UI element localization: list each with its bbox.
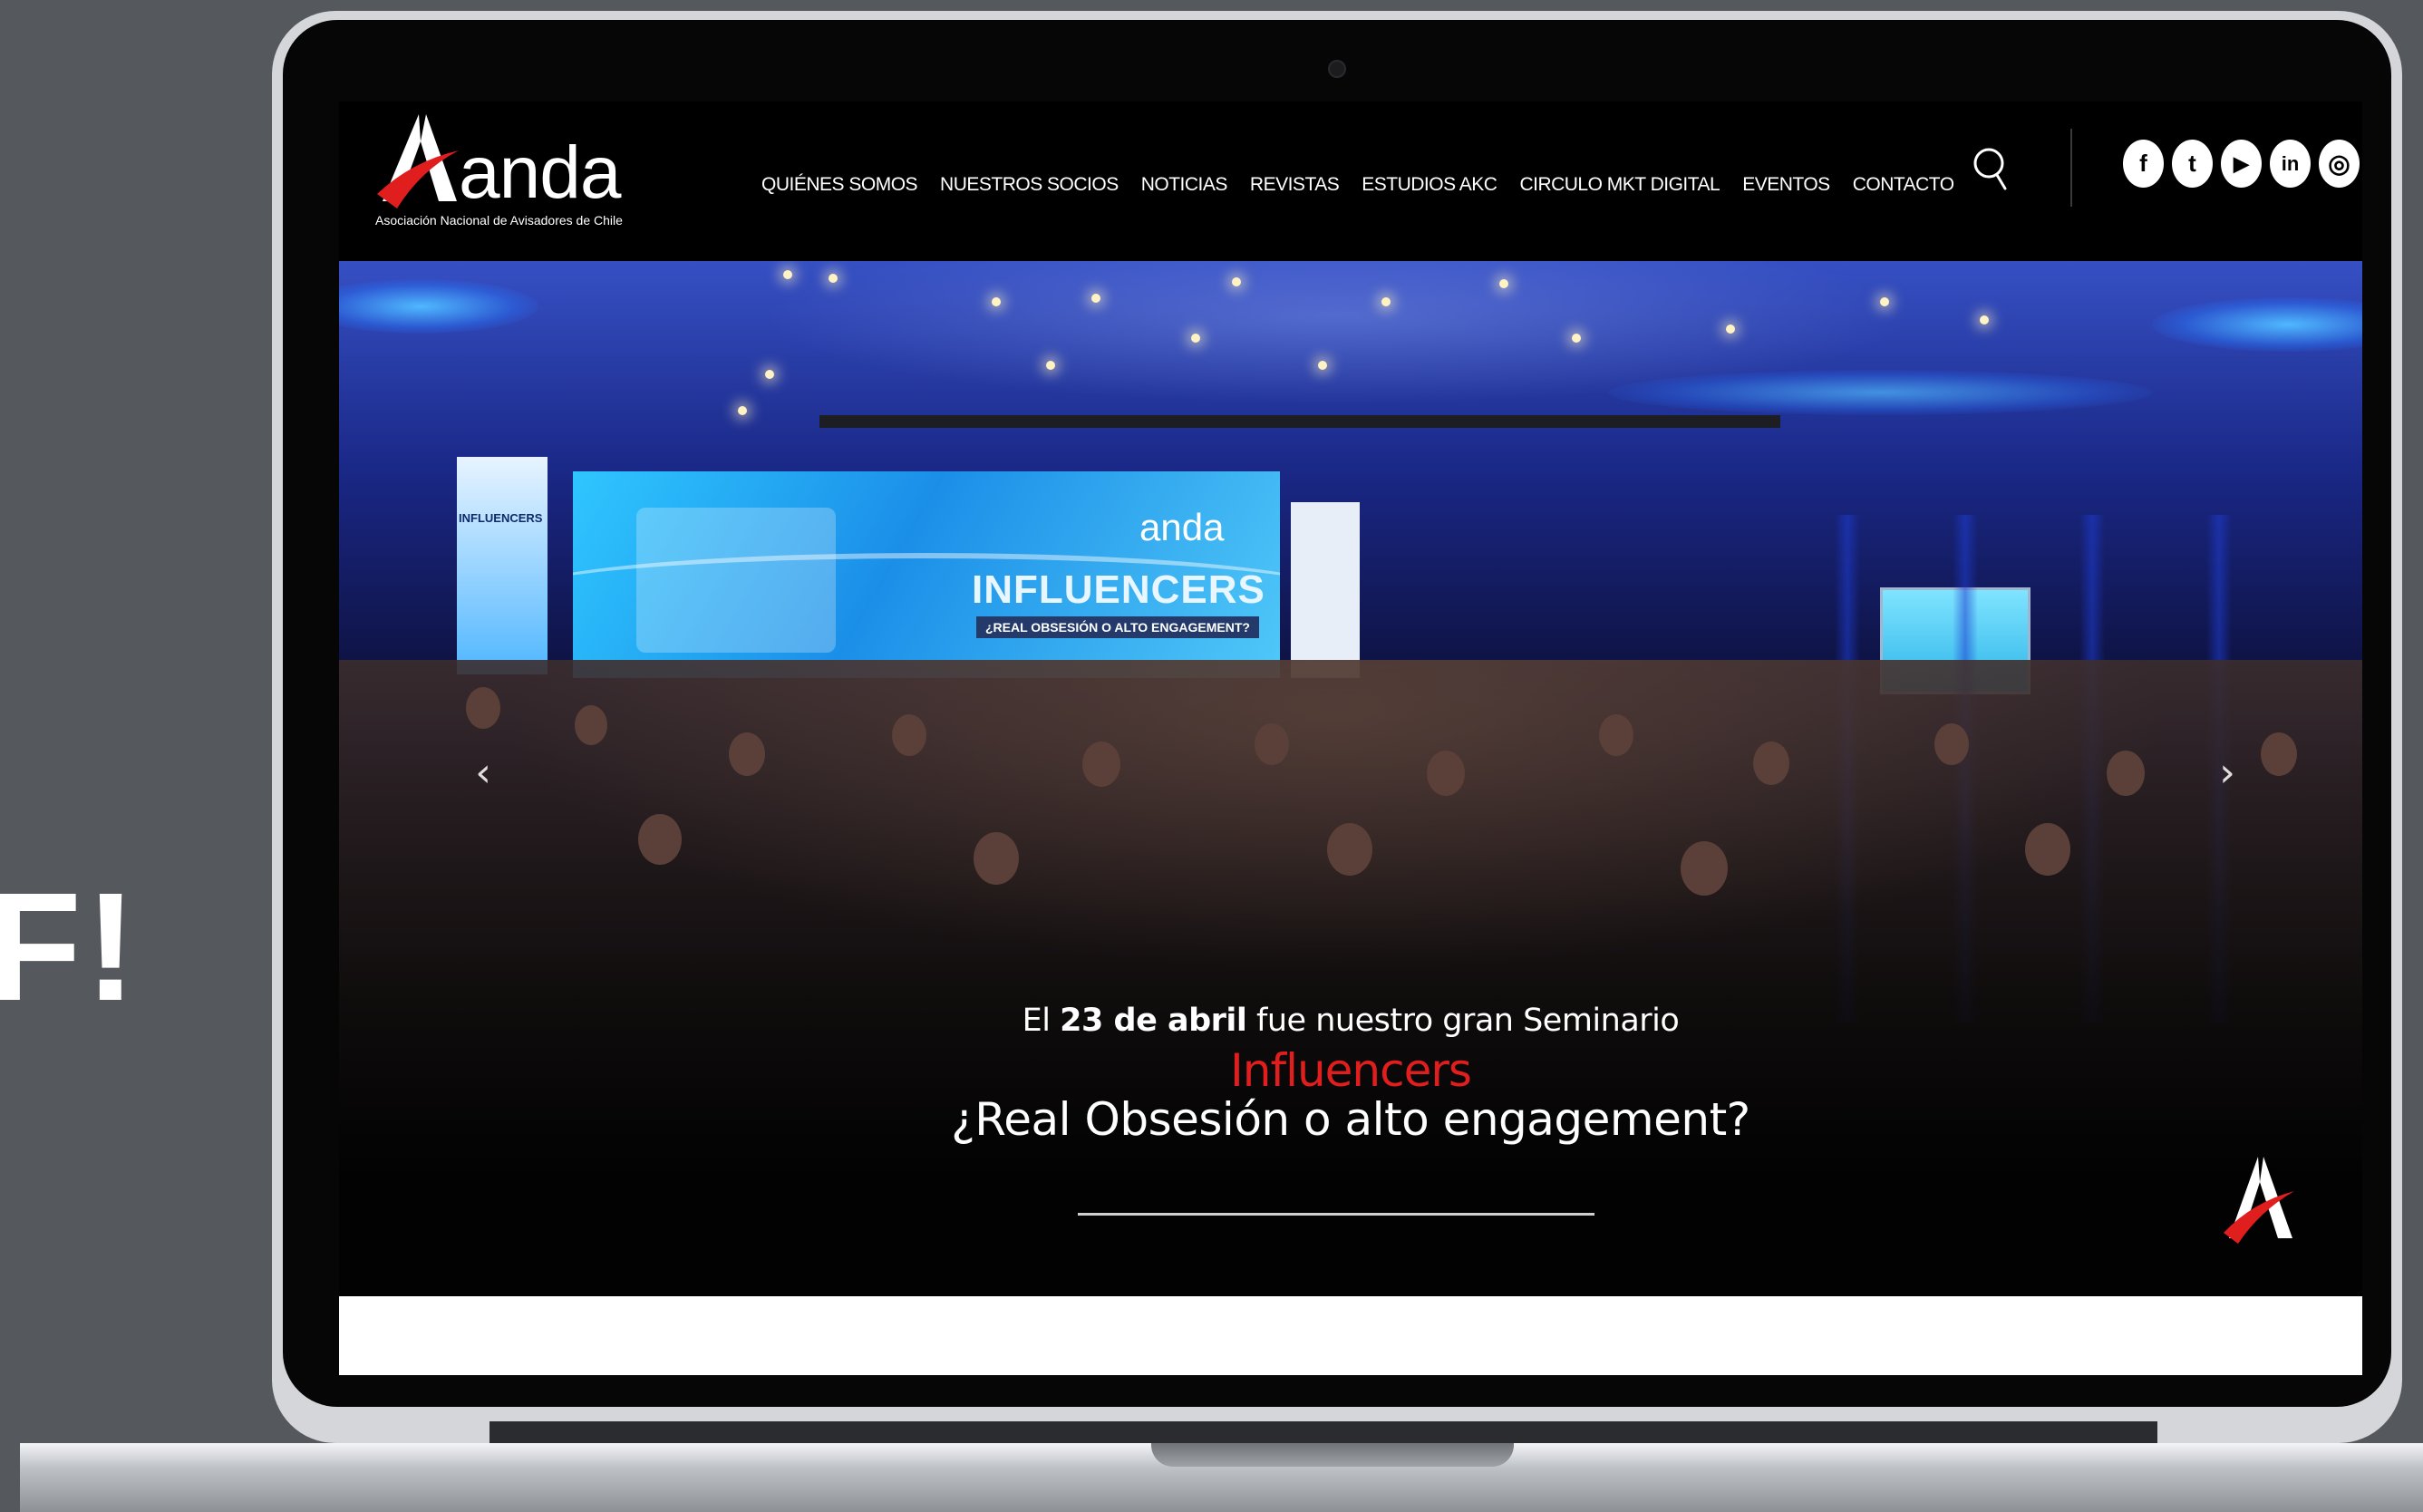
audience-head [466,687,500,729]
nav-revistas[interactable]: REVISTAS [1250,152,1340,218]
main-nav: QUIÉNES SOMOS NUESTROS SOCIOS NOTICIAS R… [761,152,1954,218]
audience-head [1082,741,1120,787]
laptop-hinge [489,1421,2157,1443]
ceiling-spot [1880,297,1889,306]
audience-head [1681,841,1728,896]
audience-head [2261,732,2297,776]
nav-circulo-mkt-digital[interactable]: CIRCULO MKT DIGITAL [1519,152,1720,218]
audience [339,660,2362,1296]
stage-screen-brand: anda [1139,506,1225,548]
nav-contacto[interactable]: CONTACTO [1853,152,1954,218]
audience-head [1599,714,1633,756]
audience-head [2025,823,2070,876]
laptop-opening-notch [1151,1443,1514,1467]
ceiling-spot [1499,279,1508,288]
caption-date: 23 de abril [1060,1003,1247,1039]
ceiling-spot [1232,277,1241,286]
logo-tagline: Asociación Nacional de Avisadores de Chi… [375,213,623,228]
nav-nuestros-socios[interactable]: NUESTROS SOCIOS [940,152,1119,218]
ceiling-spot [765,370,774,379]
ceiling-spot [783,270,792,279]
ceiling-spot [829,274,838,283]
header-divider [2070,129,2072,207]
search-icon[interactable] [1971,141,2011,196]
stage-banner-left: INFLUENCERS [457,457,548,674]
hero-caption-line3: ¿Real Obsesión o alto engagement? [951,1093,1750,1146]
ceiling-spot [1318,361,1327,370]
audience-head [1753,741,1789,785]
anda-corner-logo-icon [2224,1157,2294,1244]
ceiling-cove-light [1608,370,2152,415]
content-area-band [339,1296,2362,1375]
audience-head [1427,751,1465,796]
stage-screen-subtitle: ¿REAL OBSESIÓN O ALTO ENGAGEMENT? [976,616,1259,638]
banner-left-title: INFLUENCERS [459,511,543,525]
ceiling-spot [1046,361,1055,370]
ceiling-spot [738,406,747,415]
laptop-screen: anda Asociación Nacional de Avisadores d… [339,102,2362,1375]
next-slide-arrow[interactable]: › [2214,751,2241,796]
ceiling-spot [1980,315,1989,325]
linkedin-icon[interactable]: in [2270,140,2311,188]
nav-noticias[interactable]: NOTICIAS [1141,152,1228,218]
ceiling-spot [1572,334,1581,343]
site-logo[interactable]: anda Asociación Nacional de Avisadores d… [375,111,647,237]
stage-banner-right [1291,502,1360,678]
twitter-icon[interactable]: t [2172,140,2213,188]
nav-quienes-somos[interactable]: QUIÉNES SOMOS [761,152,918,218]
ceiling-cove-light [2152,297,2362,352]
lighting-truss [819,415,1780,428]
site-header: anda Asociación Nacional de Avisadores d… [339,102,2362,261]
ceiling-spot [1381,297,1391,306]
ceiling-cove-light [339,279,538,334]
social-links: f t ▶ in ◎ [2123,140,2360,188]
ceiling-spot [1091,294,1100,303]
audience-head [892,714,926,756]
audience-head [1255,723,1289,765]
audience-head [1934,723,1969,765]
youtube-icon[interactable]: ▶ [2221,140,2262,188]
audience-head [638,814,682,865]
webcam [1328,60,1346,78]
audience-head [729,732,765,776]
background-headline: F! [0,861,141,1033]
audience-head [2107,751,2145,796]
hero-divider-line [1078,1213,1594,1216]
audience-head [1327,823,1372,876]
caption-suffix: fue nuestro gran Seminario [1246,1003,1680,1039]
audience-head [575,705,607,745]
ceiling-spot [1191,334,1200,343]
stage-led-screen: anda INFLUENCERS ¿REAL OBSESIÓN O ALTO E… [573,471,1280,678]
hero-slider: INFLUENCERS anda INFLUENCERS ¿REAL OBSES… [339,261,2362,1296]
caption-prefix: El [1022,1003,1061,1039]
hero-caption-line2: Influencers [1230,1044,1472,1097]
ceiling-spot [1726,325,1735,334]
nav-estudios-akc[interactable]: ESTUDIOS AKC [1362,152,1497,218]
hero-caption-line1: El 23 de abril fue nuestro gran Seminari… [339,1003,2362,1039]
stage-screen-title: INFLUENCERS [972,567,1265,612]
ceiling-spot [992,297,1001,306]
audience-head [974,832,1019,885]
logo-wordmark: anda [459,131,621,214]
instagram-icon[interactable]: ◎ [2319,140,2360,188]
nav-eventos[interactable]: EVENTOS [1742,152,1830,218]
prev-slide-arrow[interactable]: ‹ [470,751,497,796]
facebook-icon[interactable]: f [2123,140,2164,188]
